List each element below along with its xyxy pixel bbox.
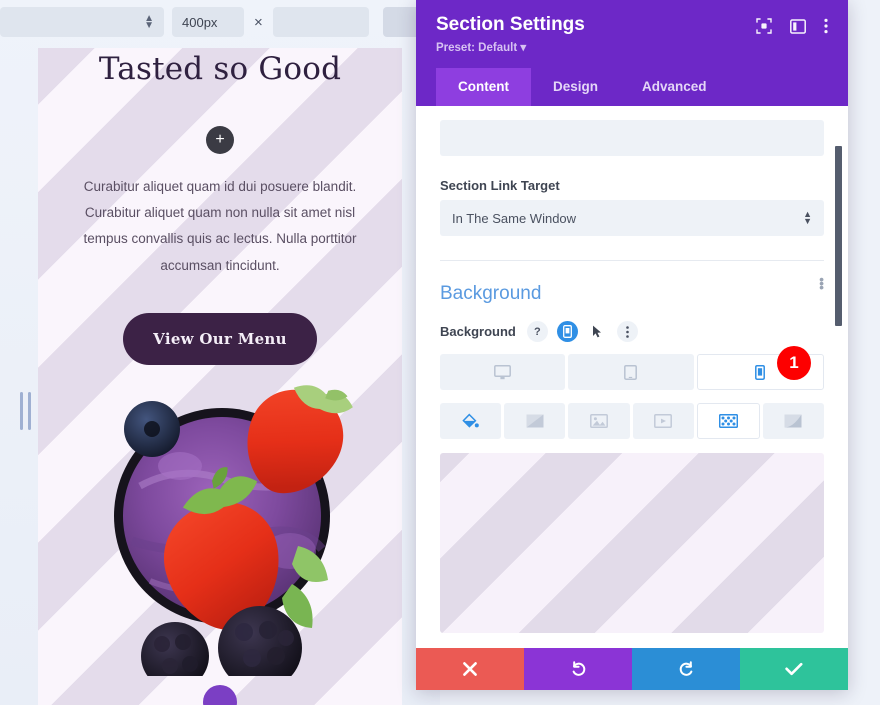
device-size-select[interactable]: ▲ ▼: [0, 7, 164, 37]
paint-bucket-icon: [462, 413, 479, 430]
bg-type-pattern[interactable]: [696, 403, 760, 439]
bg-type-color[interactable]: [440, 403, 502, 439]
bg-type-image[interactable]: [568, 403, 630, 439]
add-module-button[interactable]: +: [206, 125, 234, 154]
resize-drag-handle[interactable]: [20, 392, 31, 430]
bg-type-video[interactable]: [632, 403, 694, 439]
viewport-height-input[interactable]: [272, 7, 369, 37]
preset-label: Preset: Default: [436, 42, 518, 54]
page-body-text: Curabitur aliquet quam id dui posuere bl…: [83, 178, 357, 273]
mask-icon: [784, 414, 802, 428]
website-preview-canvas: ▲ ▼ 400px × Tasted so Good + Curabitur al…: [0, 0, 440, 705]
modal-title: Section Settings: [436, 14, 585, 35]
modal-scroll-body: Section Link Target In The Same Window ▲…: [416, 106, 848, 648]
previous-field-placeholder[interactable]: [440, 120, 824, 156]
background-control-label: Background: [440, 324, 516, 339]
undo-button[interactable]: [524, 648, 632, 690]
section-link-target-label: Section Link Target: [440, 178, 560, 193]
tablet-icon: [624, 364, 638, 380]
undo-icon: [570, 660, 587, 678]
device-tab-tablet[interactable]: [568, 354, 694, 390]
section-link-target-select[interactable]: In The Same Window ▲ ▼: [440, 200, 824, 236]
video-icon: [654, 414, 673, 428]
tab-content[interactable]: Content: [436, 68, 531, 106]
redo-icon: [678, 660, 695, 678]
bg-type-mask[interactable]: [762, 403, 825, 439]
background-section-title: Background: [440, 283, 542, 304]
background-type-tabs: [440, 403, 825, 439]
tab-advanced[interactable]: Advanced: [620, 68, 729, 106]
background-control-row: Background ?: [440, 321, 824, 342]
page-canvas: Tasted so Good + Curabitur aliquet quam …: [38, 48, 402, 705]
save-button[interactable]: [740, 648, 848, 690]
image-icon: [589, 414, 608, 428]
mobile-icon[interactable]: [556, 321, 578, 342]
close-x-icon: [462, 661, 478, 677]
view-our-menu-button[interactable]: View Our Menu: [123, 312, 317, 365]
chevron-down-icon: ▾: [520, 42, 527, 54]
builder-toolbar: ▲ ▼ 400px ×: [0, 4, 440, 40]
responsive-device-tabs: 1: [440, 346, 824, 390]
pattern-preview[interactable]: [440, 453, 824, 633]
dimension-separator: ×: [254, 13, 263, 31]
device-tab-desktop[interactable]: [440, 354, 566, 390]
modal-tab-bar: Content Design Advanced: [436, 68, 828, 106]
kebab-menu-icon[interactable]: [824, 18, 828, 34]
viewport-width-value: 400px: [182, 14, 218, 30]
device-tab-phone[interactable]: 1: [696, 346, 824, 390]
step-badge-1: 1: [776, 346, 811, 380]
cursor-icon[interactable]: [587, 321, 608, 342]
help-icon[interactable]: ?: [526, 321, 548, 342]
modal-scrollbar[interactable]: [835, 146, 842, 326]
redo-button[interactable]: [632, 648, 740, 690]
tab-design[interactable]: Design: [531, 68, 620, 106]
background-more-kebab-menu-icon[interactable]: [616, 321, 638, 342]
check-icon: [785, 662, 803, 676]
section-settings-modal: Section Settings Preset: Default ▾ Conte…: [416, 0, 848, 690]
cancel-button[interactable]: [416, 648, 524, 690]
layout-panel-icon[interactable]: [790, 18, 806, 34]
gradient-icon: [526, 414, 544, 428]
desktop-icon: [494, 364, 512, 380]
pattern-icon: [718, 414, 738, 428]
preset-selector[interactable]: Preset: Default ▾: [436, 40, 585, 54]
chevron-updown-icon: ▲ ▼: [144, 13, 154, 31]
modal-footer-actions: [416, 648, 848, 690]
bg-type-gradient[interactable]: [504, 403, 566, 439]
focus-expand-icon[interactable]: [756, 18, 772, 34]
chevron-updown-icon: ▲ ▼: [803, 209, 812, 226]
blackberry-small: [141, 622, 209, 676]
section-link-target-value: In The Same Window: [452, 210, 577, 226]
viewport-width-input[interactable]: 400px: [172, 7, 244, 37]
background-section-kebab-menu-icon[interactable]: • • •: [819, 272, 824, 294]
page-title: Tasted so Good: [98, 51, 342, 87]
smoothie-bowl-image: [114, 385, 353, 676]
modal-header: Section Settings Preset: Default ▾ Conte…: [416, 0, 848, 106]
phone-icon: [755, 364, 766, 380]
